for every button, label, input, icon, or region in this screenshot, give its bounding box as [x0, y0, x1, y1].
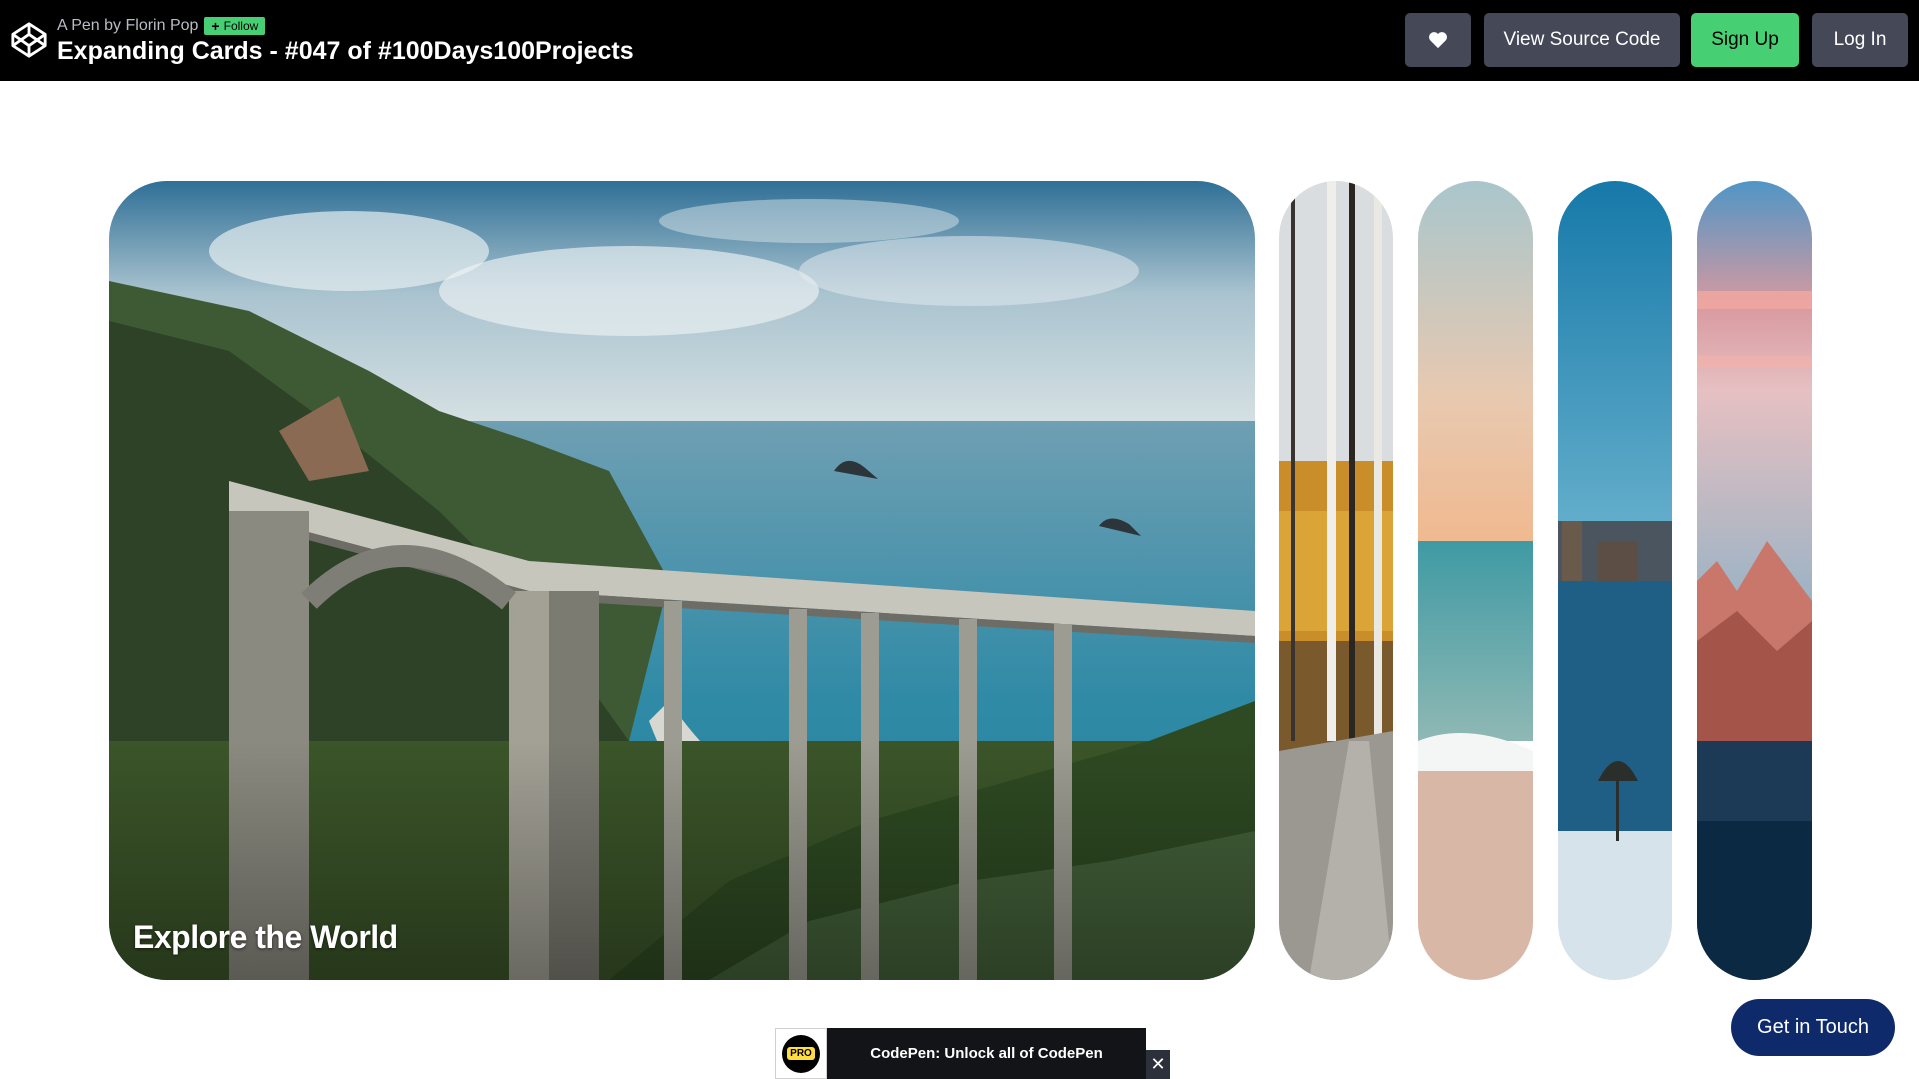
bridge-image	[109, 181, 1255, 980]
pro-icon: PRO	[782, 1034, 820, 1073]
pro-badge: PRO	[775, 1028, 827, 1079]
forest-image	[1279, 181, 1393, 980]
sign-up-button[interactable]: Sign Up	[1691, 13, 1799, 67]
card-city[interactable]	[1558, 181, 1672, 980]
like-button[interactable]	[1405, 13, 1471, 67]
top-bar: A Pen by Florin Pop + Follow Expanding C…	[0, 0, 1919, 81]
promo-text[interactable]: CodePen: Unlock all of CodePen	[827, 1028, 1146, 1079]
card-title: Explore the World	[133, 919, 398, 955]
view-source-button[interactable]: View Source Code	[1484, 13, 1680, 67]
mountains-image	[1697, 181, 1812, 980]
beach-image	[1418, 181, 1533, 980]
pro-promo-banner[interactable]: PRO CodePen: Unlock all of CodePen	[775, 1028, 1146, 1079]
follow-button[interactable]: + Follow	[204, 17, 266, 35]
pen-meta: A Pen by Florin Pop + Follow	[57, 16, 266, 36]
pro-label: PRO	[787, 1047, 815, 1060]
card-forest[interactable]	[1279, 181, 1393, 980]
plus-icon: +	[211, 18, 220, 34]
codepen-logo-icon[interactable]	[10, 21, 48, 59]
pen-title: Expanding Cards - #047 of #100Days100Pro…	[57, 37, 634, 65]
city-image	[1558, 181, 1672, 980]
heart-icon	[1429, 32, 1447, 49]
card-mountains[interactable]	[1697, 181, 1812, 980]
close-icon[interactable]: ✕	[1146, 1050, 1170, 1079]
card-beach[interactable]	[1418, 181, 1533, 980]
card-bridge[interactable]: Explore the World	[109, 181, 1255, 980]
get-in-touch-button[interactable]: Get in Touch	[1731, 999, 1895, 1056]
pen-byline[interactable]: A Pen by Florin Pop	[57, 17, 198, 35]
log-in-button[interactable]: Log In	[1812, 13, 1908, 67]
follow-label: Follow	[223, 19, 259, 33]
